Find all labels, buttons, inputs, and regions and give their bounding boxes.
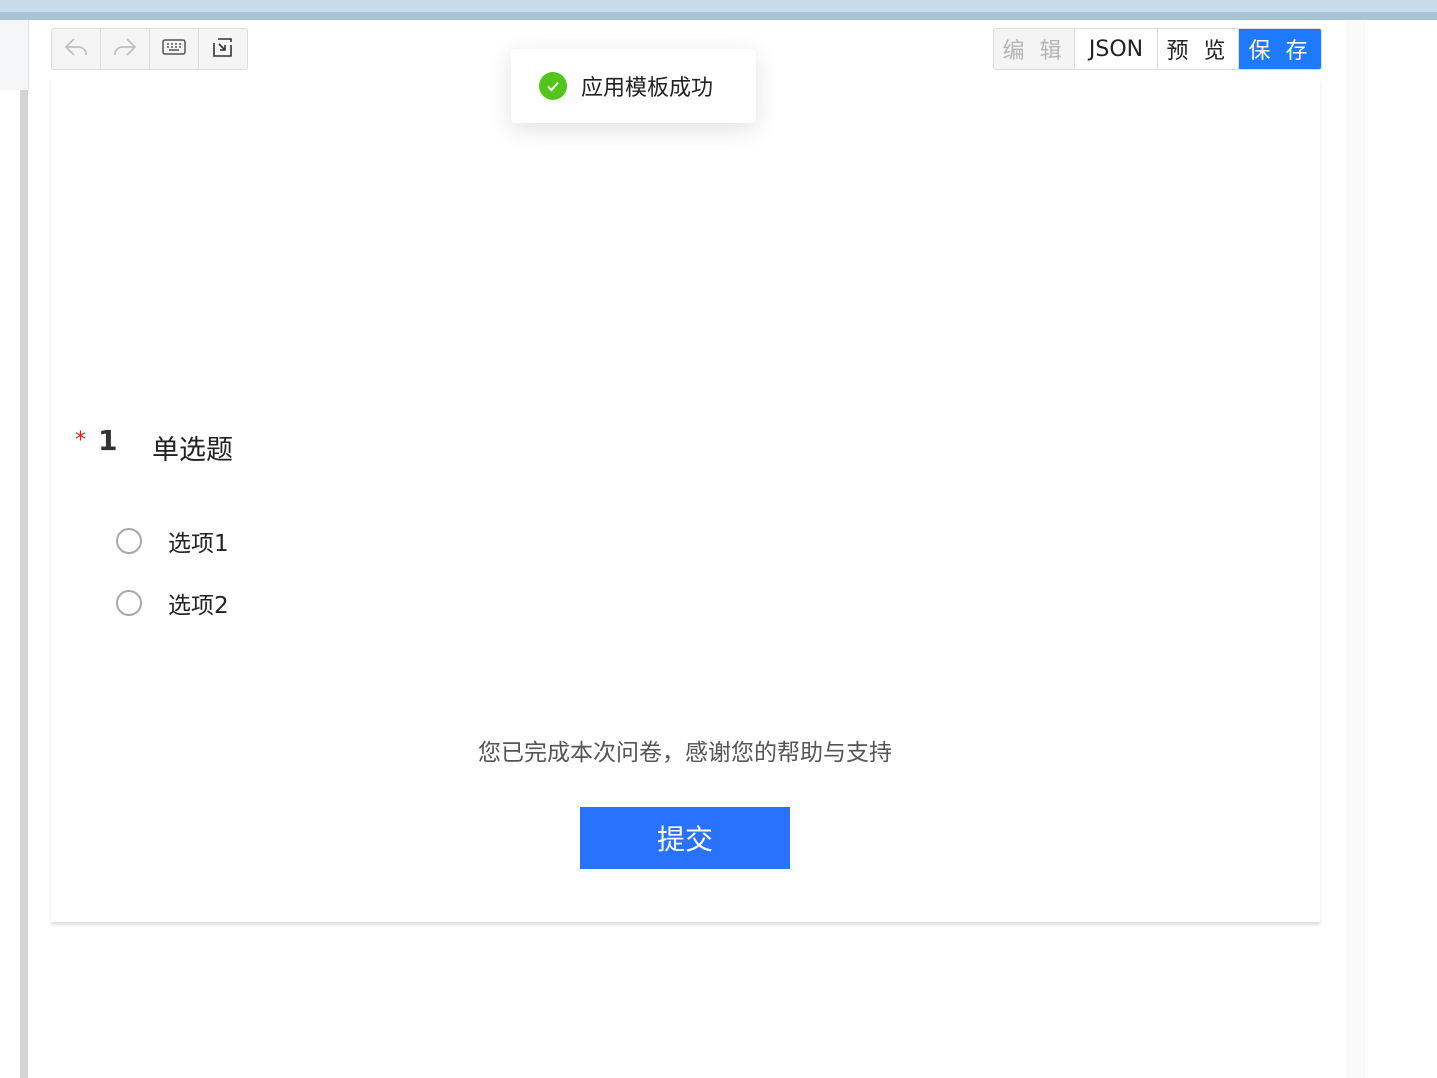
question-number: 1 [98, 424, 118, 457]
preview-button[interactable]: 预 览 [1158, 29, 1239, 69]
option-label: 选项1 [168, 531, 229, 557]
radio-button[interactable] [116, 590, 142, 616]
redo-button[interactable] [101, 29, 150, 69]
toast-message: 应用模板成功 [581, 76, 714, 101]
left-scroll-track [20, 90, 28, 1078]
left-panel [0, 20, 29, 90]
redo-icon [112, 35, 138, 63]
import-icon [210, 35, 236, 63]
option-1[interactable]: 选项1 [116, 524, 229, 558]
window-top-band [0, 0, 1437, 12]
mode-toolbar: 编 辑 JSON 预 览 保 存 [993, 28, 1322, 70]
option-label: 选项2 [168, 593, 229, 619]
json-button[interactable]: JSON [1075, 29, 1158, 69]
edit-button[interactable]: 编 辑 [994, 29, 1075, 69]
form-card [51, 78, 1320, 922]
radio-button[interactable] [116, 528, 142, 554]
undo-icon [63, 35, 89, 63]
window-top-border [0, 12, 1437, 20]
submit-button[interactable]: 提交 [580, 807, 790, 869]
keyboard-button[interactable] [150, 29, 199, 69]
undo-button[interactable] [52, 29, 101, 69]
success-toast: 应用模板成功 [511, 49, 756, 123]
history-toolbar [51, 28, 248, 70]
check-circle-icon [539, 72, 567, 100]
option-2[interactable]: 选项2 [116, 586, 229, 620]
completion-message: 您已完成本次问卷，感谢您的帮助与支持 [478, 740, 892, 766]
save-button[interactable]: 保 存 [1239, 29, 1321, 69]
right-panel-edge [1345, 20, 1365, 1078]
question-title[interactable]: 单选题 [152, 428, 233, 467]
import-button[interactable] [199, 29, 247, 69]
required-mark: * [75, 428, 86, 453]
keyboard-icon [161, 37, 187, 61]
